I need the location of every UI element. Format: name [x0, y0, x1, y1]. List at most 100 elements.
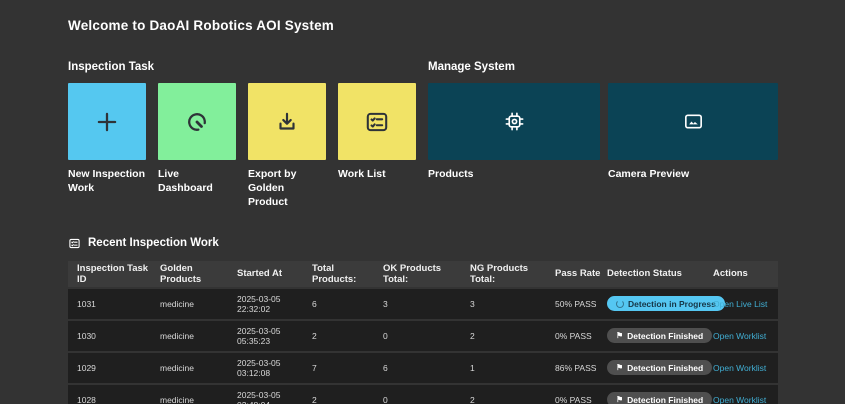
gauge-icon	[184, 109, 210, 135]
export-golden-product-card[interactable]	[248, 83, 326, 160]
products-card[interactable]	[428, 83, 600, 160]
manage-system-tiles: Products Camera Preview	[428, 83, 778, 181]
col-pass-rate: Pass Rate	[555, 268, 607, 279]
tile-new-inspection-work[interactable]: New Inspection Work	[68, 83, 146, 210]
ok-products-total: 0	[383, 331, 470, 341]
status-badge-finished: ⚑ Detection Finished	[607, 360, 712, 375]
col-actions: Actions	[713, 268, 778, 279]
work-list-card[interactable]	[338, 83, 416, 160]
pass-rate: 50% PASS	[555, 299, 607, 309]
status-badge-label: Detection Finished	[627, 395, 703, 404]
task-id: 1029	[77, 363, 160, 373]
camera-preview-card[interactable]	[608, 83, 778, 160]
started-at: 2025-03-05 05:35:23	[237, 326, 312, 346]
tile-label: Work List	[338, 167, 416, 181]
inspection-task-heading: Inspection Task	[68, 61, 416, 73]
col-detection-status: Detection Status	[607, 268, 713, 279]
plus-icon	[94, 109, 120, 135]
started-at: 2025-03-05 22:32:02	[237, 294, 312, 314]
task-id: 1028	[77, 395, 160, 404]
tile-products[interactable]: Products	[428, 83, 600, 181]
col-started-at: Started At	[237, 268, 312, 279]
col-ok-products-total: OK Products Total:	[383, 263, 470, 285]
col-inspection-task-id: Inspection Task ID	[77, 263, 160, 285]
tile-label: Export by Golden Product	[248, 167, 326, 210]
total-products: 6	[312, 299, 383, 309]
chip-icon	[503, 110, 526, 133]
status-badge-finished: ⚑ Detection Finished	[607, 328, 712, 343]
table-row: 1028 medicine 2025-03-05 02:48:04 2 0 2 …	[68, 385, 778, 404]
open-worklist-link[interactable]: Open Worklist	[713, 395, 766, 404]
actions-cell: Open Worklist	[713, 331, 778, 341]
table-row: 1029 medicine 2025-03-05 03:12:08 7 6 1 …	[68, 353, 778, 383]
ok-products-total: 6	[383, 363, 470, 373]
ng-products-total: 3	[470, 299, 555, 309]
table-header-row: Inspection Task ID Golden Products Start…	[68, 261, 778, 287]
flag-icon: ⚑	[616, 332, 623, 340]
recent-inspection-section: Recent Inspection Work Inspection Task I…	[68, 237, 778, 404]
open-worklist-link[interactable]: Open Worklist	[713, 363, 766, 373]
manage-system-heading: Manage System	[428, 61, 778, 73]
status-badge-label: Detection in Progress	[628, 299, 716, 309]
detection-status-cell: ⚑ Detection Finished	[607, 360, 713, 375]
table-row: 1030 medicine 2025-03-05 05:35:23 2 0 2 …	[68, 321, 778, 351]
golden-products: medicine	[160, 331, 237, 341]
total-products: 7	[312, 363, 383, 373]
tile-live-dashboard[interactable]: Live Dashboard	[158, 83, 236, 210]
tile-work-list[interactable]: Work List	[338, 83, 416, 210]
pass-rate: 0% PASS	[555, 331, 607, 341]
download-icon	[274, 109, 300, 135]
total-products: 2	[312, 395, 383, 404]
ng-products-total: 2	[470, 395, 555, 404]
ng-products-total: 1	[470, 363, 555, 373]
status-badge-label: Detection Finished	[627, 363, 703, 373]
total-products: 2	[312, 331, 383, 341]
inspection-task-tiles: New Inspection Work Live Dashboard	[68, 83, 416, 210]
page-title: Welcome to DaoAI Robotics AOI System	[68, 18, 845, 33]
tile-label: Live Dashboard	[158, 167, 236, 195]
col-total-products: Total Products:	[312, 263, 383, 285]
checklist-icon	[364, 109, 390, 135]
ok-products-total: 0	[383, 395, 470, 404]
manage-system-section: Manage System Products	[428, 61, 778, 210]
tile-label: Camera Preview	[608, 167, 778, 181]
golden-products: medicine	[160, 363, 237, 373]
actions-cell: Open Worklist	[713, 363, 778, 373]
task-id: 1031	[77, 299, 160, 309]
spinner-icon	[616, 300, 624, 308]
detection-status-cell: ⚑ Detection Finished	[607, 328, 713, 343]
recent-inspection-table: Inspection Task ID Golden Products Start…	[68, 261, 778, 404]
col-ng-products-total: NG Products Total:	[470, 263, 555, 285]
pass-rate: 0% PASS	[555, 395, 607, 404]
open-live-list-link[interactable]: Open Live List	[713, 299, 767, 309]
ng-products-total: 2	[470, 331, 555, 341]
golden-products: medicine	[160, 395, 237, 404]
ok-products-total: 3	[383, 299, 470, 309]
started-at: 2025-03-05 02:48:04	[237, 390, 312, 404]
task-id: 1030	[77, 331, 160, 341]
started-at: 2025-03-05 03:12:08	[237, 358, 312, 378]
flag-icon: ⚑	[616, 396, 623, 404]
actions-cell: Open Live List	[713, 299, 778, 309]
detection-status-cell: Detection in Progress	[607, 296, 713, 311]
actions-cell: Open Worklist	[713, 395, 778, 404]
tile-label: New Inspection Work	[68, 167, 146, 195]
status-badge-in-progress: Detection in Progress	[607, 296, 725, 311]
live-dashboard-card[interactable]	[158, 83, 236, 160]
golden-products: medicine	[160, 299, 237, 309]
sections-row: Inspection Task New Inspection Work	[68, 61, 778, 210]
col-golden-products: Golden Products	[160, 263, 237, 285]
tile-export-by-golden-product[interactable]: Export by Golden Product	[248, 83, 326, 210]
pass-rate: 86% PASS	[555, 363, 607, 373]
detection-status-cell: ⚑ Detection Finished	[607, 392, 713, 404]
tile-camera-preview[interactable]: Camera Preview	[608, 83, 778, 181]
image-icon	[682, 110, 705, 133]
new-inspection-work-card[interactable]	[68, 83, 146, 160]
dashboard-page: Welcome to DaoAI Robotics AOI System Ins…	[0, 0, 845, 404]
table-row: 1031 medicine 2025-03-05 22:32:02 6 3 3 …	[68, 289, 778, 319]
status-badge-label: Detection Finished	[627, 331, 703, 341]
recent-inspection-heading: Recent Inspection Work	[68, 237, 778, 250]
open-worklist-link[interactable]: Open Worklist	[713, 331, 766, 341]
inspection-task-section: Inspection Task New Inspection Work	[68, 61, 416, 210]
tile-label: Products	[428, 167, 600, 181]
